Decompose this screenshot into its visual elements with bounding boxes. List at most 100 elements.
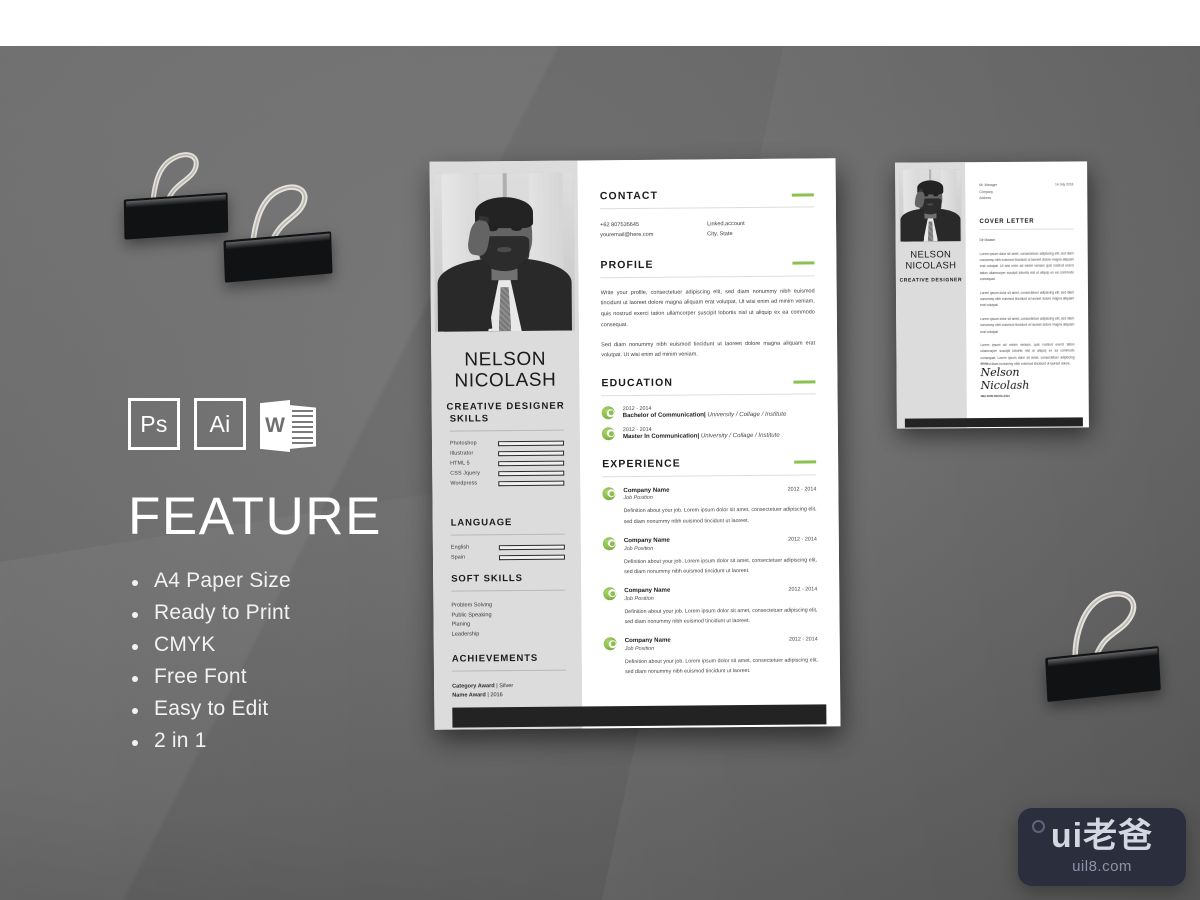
skill-bar-track bbox=[498, 480, 565, 486]
profile-paragraph-1: Write your profile, consectetuer adipisc… bbox=[600, 288, 815, 329]
experience-company: Company Name bbox=[624, 636, 671, 645]
contact-email: youremail@here.com bbox=[600, 232, 654, 239]
divider bbox=[601, 393, 816, 397]
experience-item-body: Company Name 2012 - 2014 Job Position De… bbox=[623, 485, 816, 527]
experience-position: Job Position bbox=[624, 595, 654, 602]
education-item-body: 2012 - 2014 Bachelor of Communication| U… bbox=[623, 404, 816, 421]
skill-row: HTML 5 bbox=[450, 460, 565, 467]
binder-clip-top-left-2 bbox=[218, 168, 358, 288]
watermark-logo: ui老爸 bbox=[1050, 817, 1154, 855]
language-title: LANGUAGE bbox=[450, 517, 513, 529]
resume-achievements-section: ACHIEVEMENTS Category Award | Silver Nam… bbox=[452, 653, 566, 701]
skill-label: Photoshop bbox=[449, 440, 477, 447]
language-row: Spain bbox=[450, 554, 566, 561]
skill-bar-track bbox=[497, 440, 565, 446]
accent-dash bbox=[791, 192, 814, 197]
feature-list: A4 Paper Size Ready to Print CMYK Free F… bbox=[128, 569, 458, 753]
circle-icon bbox=[1032, 820, 1045, 833]
crescent-bullet-icon bbox=[603, 587, 617, 601]
cover-letter-title: COVER LETTER bbox=[979, 218, 1035, 226]
skill-bar-track bbox=[498, 450, 565, 456]
divider bbox=[600, 275, 815, 278]
resume-main-column: CONTACT +62 807535645 youremail@here.com… bbox=[577, 158, 841, 729]
photoshop-badge: Ps bbox=[128, 398, 180, 450]
cover-letter-name-block: NELSON NICOLASH CREATIVE DESIGNER bbox=[896, 249, 966, 283]
divider bbox=[599, 206, 814, 210]
resume-role: CREATIVE DESIGNER bbox=[446, 400, 565, 413]
experience-position: Job Position bbox=[623, 495, 653, 502]
accent-dash bbox=[794, 460, 817, 464]
feature-heading: FEATURE bbox=[128, 487, 382, 546]
skill-row: CSS Jquery bbox=[450, 470, 565, 477]
signature-name: NELSON NICOLASH bbox=[980, 393, 1010, 399]
contact-section-header: CONTACT bbox=[600, 188, 814, 202]
contact-title: CONTACT bbox=[599, 189, 659, 203]
software-badges: Ps Ai W bbox=[128, 398, 458, 454]
watermark-badge: ui老爸 uil8.com bbox=[1018, 808, 1186, 886]
photoshop-badge-label: Ps bbox=[140, 410, 168, 437]
skills-title: SKILLS bbox=[449, 413, 490, 425]
language-bar-track bbox=[498, 544, 565, 550]
experience-item: Company Name 2012 - 2014 Job Position De… bbox=[603, 635, 818, 677]
education-school: University / Collage / Institute bbox=[705, 410, 787, 419]
word-badge-label: W bbox=[260, 400, 290, 452]
education-item-body: 2012 - 2014 Master In Communication| Uni… bbox=[623, 425, 816, 442]
mockup-canvas: Ps Ai W FEATURE A4 Paper Size Ready to P… bbox=[0, 0, 1200, 900]
list-item: Free Font bbox=[128, 665, 458, 689]
crescent-bullet-icon bbox=[601, 406, 615, 420]
education-school: University / Collage / Institute bbox=[699, 431, 780, 440]
word-badge-lines-icon bbox=[289, 405, 316, 449]
illustrator-badge: Ai bbox=[194, 398, 246, 450]
resume-document: NELSON NICOLASH CREATIVE DESIGNER SKILLS… bbox=[429, 158, 841, 730]
skill-label: CSS Jquery bbox=[450, 470, 481, 477]
experience-title: EXPERIENCE bbox=[602, 457, 681, 470]
cover-letter-footer-bar bbox=[904, 417, 1083, 428]
education-section-header: EDUCATION bbox=[601, 375, 816, 389]
crescent-bullet-icon bbox=[602, 536, 616, 551]
language-label: Spain bbox=[450, 554, 466, 561]
achievement-category-rest: | Silver bbox=[494, 683, 514, 690]
resume-name-line1: NELSON bbox=[464, 348, 547, 371]
experience-date: 2012 - 2014 bbox=[787, 486, 817, 493]
experience-position: Job Position bbox=[623, 545, 654, 552]
divider bbox=[449, 429, 564, 432]
cover-letter-salutation: Dir Madam bbox=[979, 238, 996, 243]
achievement-name: Name Award bbox=[452, 692, 486, 699]
signature-script: Nelson Nicolash bbox=[980, 365, 1030, 393]
resume-name-block: NELSON NICOLASH CREATIVE DESIGNER bbox=[431, 348, 580, 412]
education-degree-text: Bachelor of Communication bbox=[622, 411, 705, 420]
experience-company: Company Name bbox=[623, 536, 670, 544]
contact-column-right: Linked.account City, State bbox=[707, 218, 814, 240]
resume-portrait-photo bbox=[433, 172, 576, 332]
cover-letter-signature-block: Yours Nelson Nicolash NELSON NICOLASH bbox=[980, 360, 1070, 398]
education-degree-text: Master In Communication bbox=[622, 432, 698, 440]
list-item: Leadership bbox=[451, 631, 480, 638]
experience-date: 2012 - 2014 bbox=[788, 636, 818, 643]
resume-name-line2: NICOLASH bbox=[454, 369, 557, 392]
resume-language-section: LANGUAGE English Spain bbox=[450, 517, 566, 561]
experience-position: Job Position bbox=[624, 645, 655, 653]
experience-item-body: Company Name 2012 - 2014 Job Position De… bbox=[625, 635, 818, 677]
portrait-illustration bbox=[899, 169, 962, 242]
language-bar-track bbox=[498, 554, 566, 560]
achievement-line: Name Award | 2016 bbox=[452, 691, 566, 701]
cover-letter-date: 14 July 2018 bbox=[1055, 182, 1074, 187]
experience-item: Company Name 2012 - 2014 Job Position De… bbox=[602, 485, 817, 527]
skill-bar-track bbox=[498, 470, 565, 476]
skill-label: Wordpress bbox=[450, 480, 478, 487]
list-item: A4 Paper Size bbox=[128, 569, 458, 593]
feature-panel: Ps Ai W FEATURE A4 Paper Size Ready to P… bbox=[128, 398, 458, 761]
cover-letter-name-line2: NICOLASH bbox=[905, 260, 957, 272]
skill-label: Illustrator bbox=[450, 450, 474, 457]
accent-dash bbox=[792, 261, 815, 265]
word-badge: W bbox=[260, 398, 316, 454]
cover-letter-sidebar: NELSON NICOLASH CREATIVE DESIGNER bbox=[895, 162, 967, 429]
education-degree: Bachelor of Communication| University / … bbox=[622, 410, 787, 420]
cover-letter-main-column: Mr. Manager Company Address 14 July 2018… bbox=[965, 161, 1089, 428]
resume-footer-bar bbox=[452, 704, 827, 728]
skill-label: HTML 5 bbox=[450, 460, 470, 467]
list-item: 2 in 1 bbox=[128, 729, 458, 753]
list-item: Easy to Edit bbox=[128, 697, 458, 721]
cover-letter-meta: Mr. Manager Company Address 14 July 2018 bbox=[979, 181, 1073, 202]
cover-letter-paragraph-1: Lorem ipsum dolor sit amet, consectetuer… bbox=[979, 250, 1074, 282]
